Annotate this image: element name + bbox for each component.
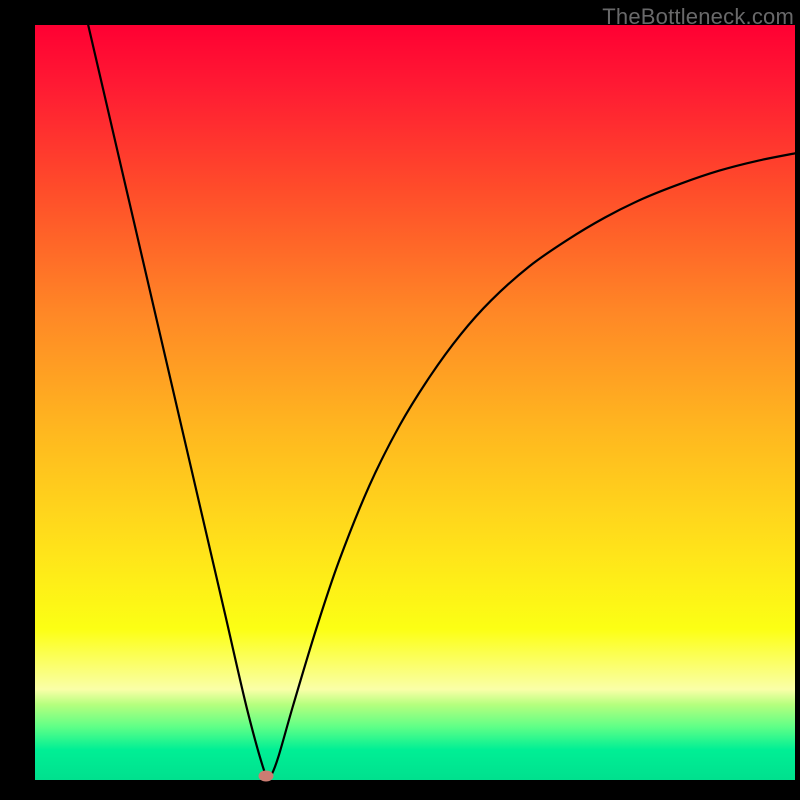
bottleneck-curve (35, 25, 795, 780)
chart-frame: TheBottleneck.com (0, 0, 800, 800)
plot-area (35, 25, 795, 780)
optimal-point-marker (259, 771, 274, 782)
watermark-text: TheBottleneck.com (602, 4, 794, 30)
